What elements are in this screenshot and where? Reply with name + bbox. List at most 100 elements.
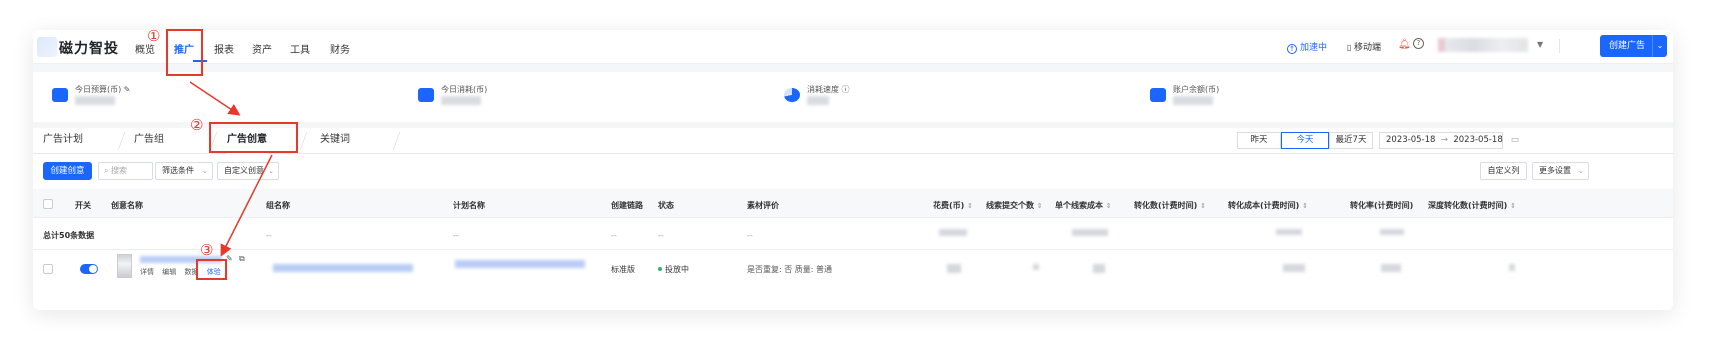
action-edit[interactable]: 编辑 bbox=[162, 268, 176, 276]
filter-select[interactable]: 筛选条件 ⌄ bbox=[155, 162, 213, 180]
th-conv-cost[interactable]: 转化成本(计费时间) ⇕ bbox=[1228, 200, 1308, 211]
th-link: 创建链路 bbox=[611, 201, 643, 210]
sort-icon: ⇕ bbox=[967, 202, 973, 210]
copy-icon[interactable]: ⧉ bbox=[239, 254, 245, 264]
row-link: 标准版 bbox=[611, 265, 635, 274]
th-lead-cost[interactable]: 单个线索成本 ⇕ bbox=[1055, 200, 1112, 211]
row-deep-conv-value bbox=[1509, 264, 1515, 271]
table-header: 开关 创意名称 组名称 计划名称 创建链路 状态 素材评价 花费(币) ⇕ 线索… bbox=[33, 190, 1673, 218]
phone-icon: ▯ bbox=[1347, 43, 1354, 52]
edit-icon[interactable]: ✎ bbox=[124, 85, 131, 94]
row-cost-value bbox=[947, 264, 961, 273]
wallet-icon bbox=[418, 88, 434, 102]
mobile-link[interactable]: ▯ 移动端 bbox=[1347, 40, 1381, 53]
creative-thumbnail[interactable] bbox=[117, 254, 132, 278]
date-range-picker[interactable]: 2023-05-18 → 2023-05-18 ▭ bbox=[1379, 132, 1519, 149]
row-status: 投放中 bbox=[658, 264, 689, 275]
nav-tools[interactable]: 工具 bbox=[290, 41, 310, 56]
bell-icon[interactable]: 🔔︎ bbox=[1398, 39, 1411, 50]
accelerate-label: 加速中 bbox=[1300, 43, 1328, 53]
th-cost[interactable]: 花费(币) ⇕ bbox=[933, 200, 973, 211]
custom-creative-select[interactable]: 自定义创意 ⌄ bbox=[217, 162, 279, 180]
edit-icon[interactable]: ✎ bbox=[226, 254, 233, 263]
more-settings-label: 更多设置 bbox=[1539, 166, 1571, 175]
total-group: -- bbox=[266, 231, 272, 240]
stat-balance-label: 账户余额(币) bbox=[1173, 85, 1220, 94]
sort-icon: ⇕ bbox=[1036, 202, 1043, 210]
divider bbox=[1559, 39, 1560, 53]
sort-icon: ⇕ bbox=[1510, 202, 1516, 210]
chevron-down-icon[interactable]: ⌄ bbox=[1652, 35, 1667, 57]
tab-keywords[interactable]: 关键词 bbox=[320, 128, 350, 154]
th-status: 状态 bbox=[658, 201, 674, 210]
sort-icon: ⇕ bbox=[1200, 202, 1206, 210]
stat-speed-value bbox=[807, 96, 829, 105]
total-label: 总计50条数据 bbox=[43, 231, 95, 240]
chevron-down-icon[interactable]: ▼ bbox=[1537, 40, 1543, 49]
help-icon[interactable]: ? bbox=[1413, 38, 1424, 49]
plan-name-value[interactable] bbox=[455, 260, 585, 268]
row-lead-cost-value bbox=[1093, 264, 1105, 273]
th-material-eval: 素材评价 bbox=[747, 201, 779, 210]
avatar[interactable] bbox=[1438, 38, 1528, 52]
th-switch: 开关 bbox=[75, 201, 91, 210]
sort-icon: ⇕ bbox=[1105, 202, 1112, 210]
total-conv-rate-value bbox=[1380, 229, 1404, 235]
select-all-checkbox[interactable] bbox=[43, 199, 53, 209]
stat-spend-value bbox=[441, 96, 481, 105]
total-cost-value bbox=[939, 229, 967, 236]
custom-columns-button[interactable]: 自定义列 bbox=[1480, 162, 1527, 180]
annotation-number-1: ① bbox=[147, 27, 161, 45]
create-creative-button[interactable]: 创建创意 bbox=[43, 162, 92, 180]
stat-speed-label: 消耗速度 ⓘ bbox=[807, 85, 850, 94]
info-icon[interactable]: ⓘ bbox=[842, 85, 850, 94]
total-lead-cost-value bbox=[1072, 229, 1108, 236]
search-icon: ⌕ bbox=[104, 166, 109, 175]
custom-creative-label: 自定义创意 bbox=[224, 166, 264, 175]
date-end: 2023-05-18 bbox=[1453, 135, 1503, 145]
mobile-label: 移动端 bbox=[1353, 43, 1381, 53]
annotation-number-3: ③ bbox=[200, 241, 214, 259]
create-ad-label: 创建广告 bbox=[1609, 41, 1646, 51]
total-status: -- bbox=[658, 231, 664, 240]
nav-assets[interactable]: 资产 bbox=[252, 41, 272, 56]
stat-budget-label: 今日预算(币) ✎ bbox=[75, 85, 131, 94]
row-toggle[interactable] bbox=[80, 264, 98, 274]
date-today[interactable]: 今天 bbox=[1281, 132, 1329, 149]
annotation-box-1 bbox=[166, 29, 203, 76]
th-conversions[interactable]: 转化数(计费时间) ⇕ bbox=[1134, 200, 1206, 211]
create-ad-button[interactable]: 创建广告 ⌄ bbox=[1600, 35, 1667, 57]
app-window: 磁力智投 概览 推广 报表 资产 工具 财务 ↑ 加速中 ▯ 移动端 🔔︎ ? ▼… bbox=[33, 30, 1673, 310]
annotation-box-2 bbox=[209, 122, 298, 153]
purse-icon bbox=[1150, 88, 1166, 102]
sort-icon: ⇕ bbox=[1302, 202, 1308, 210]
total-plan: -- bbox=[453, 231, 459, 240]
row-conv-cost-value bbox=[1283, 264, 1305, 272]
brand-name: 磁力智投 bbox=[59, 41, 119, 57]
action-detail[interactable]: 详情 bbox=[140, 268, 154, 276]
search-input[interactable]: ⌕ 搜索 bbox=[98, 162, 153, 180]
nav-reports[interactable]: 报表 bbox=[214, 41, 234, 56]
tab-ad-group[interactable]: 广告组 bbox=[134, 128, 164, 154]
tab-divider bbox=[392, 132, 401, 150]
search-placeholder: 搜索 bbox=[111, 166, 128, 175]
date-start: 2023-05-18 bbox=[1386, 135, 1436, 145]
row-material-eval: 是否重复: 否 质量: 普通 bbox=[747, 265, 833, 274]
more-settings-select[interactable]: 更多设置 ⌄ bbox=[1532, 162, 1589, 180]
date-separator: → bbox=[1440, 135, 1448, 145]
date-last7[interactable]: 最近7天 bbox=[1329, 132, 1373, 149]
stat-budget-value bbox=[75, 96, 115, 105]
brand-logo-icon bbox=[37, 37, 57, 57]
group-name-value[interactable] bbox=[273, 264, 413, 272]
filter-label: 筛选条件 bbox=[162, 166, 194, 175]
row-leads-value bbox=[1033, 264, 1039, 270]
table-row[interactable]: ✎ ⧉ 详情 编辑 数据 体验 标准版 投放中 是否重复: 否 质量: 普通 bbox=[33, 250, 1673, 290]
accelerate-link[interactable]: ↑ 加速中 bbox=[1287, 40, 1327, 54]
nav-finance[interactable]: 财务 bbox=[330, 41, 350, 56]
tab-ad-plan[interactable]: 广告计划 bbox=[43, 128, 83, 154]
th-deep-conv[interactable]: 深度转化数(计费时间) ⇕ bbox=[1428, 200, 1516, 211]
annotation-box-3 bbox=[196, 259, 227, 280]
th-leads[interactable]: 线索提交个数 ⇕ bbox=[986, 200, 1043, 211]
row-checkbox[interactable] bbox=[43, 264, 53, 274]
date-yesterday[interactable]: 昨天 bbox=[1237, 132, 1281, 149]
